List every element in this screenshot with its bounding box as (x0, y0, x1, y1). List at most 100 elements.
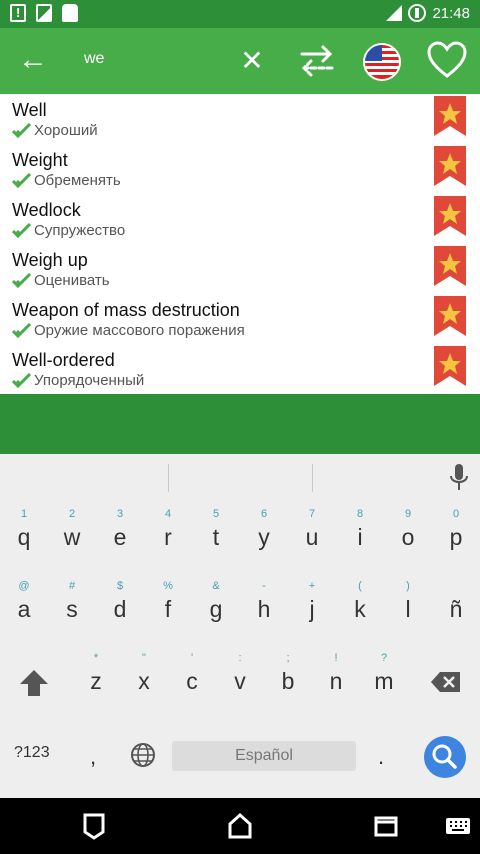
list-item[interactable]: Well-ordered Упорядоченный (0, 344, 480, 394)
key-hint: # (68, 580, 76, 592)
key-label: l (405, 596, 411, 622)
key-label: n (329, 668, 343, 694)
shift-icon[interactable] (18, 668, 50, 698)
key-hint: % (163, 580, 173, 592)
key-x[interactable]: " x (120, 652, 168, 704)
key-u[interactable]: 7u (288, 508, 336, 560)
android-icon (62, 4, 78, 22)
list-item[interactable]: Wedlock Супружество (0, 194, 480, 244)
us-flag-icon[interactable] (363, 43, 401, 81)
key-m[interactable]: ? m (360, 652, 408, 704)
search-icon (432, 744, 457, 769)
translation: Обременять (12, 172, 121, 189)
status-bar: 21:48 (0, 0, 480, 28)
microphone-icon[interactable] (446, 462, 472, 494)
search-key[interactable] (424, 736, 466, 778)
back-icon[interactable] (80, 812, 108, 840)
key-label: h (257, 596, 271, 622)
globe-icon[interactable] (130, 742, 156, 768)
symbols-key[interactable]: ?123 (14, 744, 50, 762)
swap-direction-icon[interactable] (296, 42, 338, 80)
navigation-bar (0, 798, 480, 854)
key-hint: 1 (20, 508, 28, 520)
home-icon[interactable] (226, 812, 254, 840)
key-l[interactable]: ) l (384, 580, 432, 632)
key-label: u (305, 524, 319, 550)
key-label: q (17, 524, 31, 550)
key-label: c (186, 668, 198, 694)
key-d[interactable]: $ d (96, 580, 144, 632)
list-item[interactable]: Weapon of mass destruction Оружие массов… (0, 294, 480, 344)
bookmark-star-icon[interactable] (434, 96, 466, 136)
key-label: k (354, 596, 366, 622)
recents-icon[interactable] (372, 812, 400, 840)
list-item[interactable]: Well Хороший (0, 94, 480, 144)
list-item[interactable]: Weigh up Оценивать (0, 244, 480, 294)
key-label: x (138, 668, 150, 694)
key-a[interactable]: @ a (0, 580, 48, 632)
key-p[interactable]: 0p (432, 508, 480, 560)
key-hint: ; (286, 652, 290, 664)
heart-icon[interactable] (426, 40, 468, 80)
word: Weapon of mass destruction (12, 300, 240, 320)
key-f[interactable]: % f (144, 580, 192, 632)
bookmark-star-icon[interactable] (434, 196, 466, 236)
system-icons: 21:48 (386, 4, 470, 22)
double-check-icon (12, 122, 32, 138)
key-g[interactable]: & g (192, 580, 240, 632)
period-key[interactable]: . (378, 744, 384, 770)
key-label: i (357, 524, 363, 550)
key-hint: 4 (164, 508, 172, 520)
key-o[interactable]: 9o (384, 508, 432, 560)
key-w[interactable]: 2w (48, 508, 96, 560)
translation: Оценивать (12, 272, 110, 289)
key-y[interactable]: 6y (240, 508, 288, 560)
bookmark-star-icon[interactable] (434, 246, 466, 286)
key-t[interactable]: 5t (192, 508, 240, 560)
arrow-left-icon[interactable]: ← (14, 42, 52, 80)
search-input[interactable]: we (84, 50, 104, 68)
key-label: v (234, 668, 246, 694)
key-h[interactable]: -h (240, 580, 288, 632)
double-check-icon (12, 272, 32, 288)
key-ñ[interactable]: ñ (432, 580, 480, 632)
key-hint: 0 (452, 508, 460, 520)
key-c[interactable]: ' c (168, 652, 216, 704)
key-label: ñ (449, 596, 463, 622)
image-icon (36, 4, 52, 22)
comma-key[interactable]: , (90, 744, 96, 770)
key-e[interactable]: 3e (96, 508, 144, 560)
key-hint: $ (116, 580, 124, 592)
space-bar[interactable]: Español (172, 741, 356, 771)
key-j[interactable]: + j (288, 580, 336, 632)
keyboard-switch-icon[interactable] (444, 812, 472, 840)
key-n[interactable]: ! n (312, 652, 360, 704)
key-z[interactable]: * z (72, 652, 120, 704)
key-q[interactable]: 1q (0, 508, 48, 560)
key-i[interactable]: 8i (336, 508, 384, 560)
key-hint: 3 (116, 508, 124, 520)
bookmark-star-icon[interactable] (434, 296, 466, 336)
bookmark-star-icon[interactable] (434, 146, 466, 186)
bookmark-star-icon[interactable] (434, 346, 466, 386)
list-item[interactable]: Weight Обременять (0, 144, 480, 194)
key-r[interactable]: 4r (144, 508, 192, 560)
key-label: t (212, 524, 220, 550)
key-label: f (164, 596, 172, 622)
key-v[interactable]: :v (216, 652, 264, 704)
key-hint: 5 (212, 508, 220, 520)
key-b[interactable]: ; b (264, 652, 312, 704)
key-label: d (113, 596, 127, 622)
key-s[interactable]: # s (48, 580, 96, 632)
double-check-icon (12, 222, 32, 238)
battery-icon (408, 4, 427, 22)
backspace-icon[interactable] (430, 670, 462, 694)
translation: Супружество (12, 222, 125, 239)
key-hint: ' (190, 652, 194, 664)
key-label: m (374, 668, 394, 694)
key-hint: * (93, 652, 99, 664)
key-hint: ( (358, 580, 362, 592)
key-hint: 6 (260, 508, 268, 520)
key-k[interactable]: (k (336, 580, 384, 632)
close-icon[interactable]: ✕ (236, 42, 268, 80)
